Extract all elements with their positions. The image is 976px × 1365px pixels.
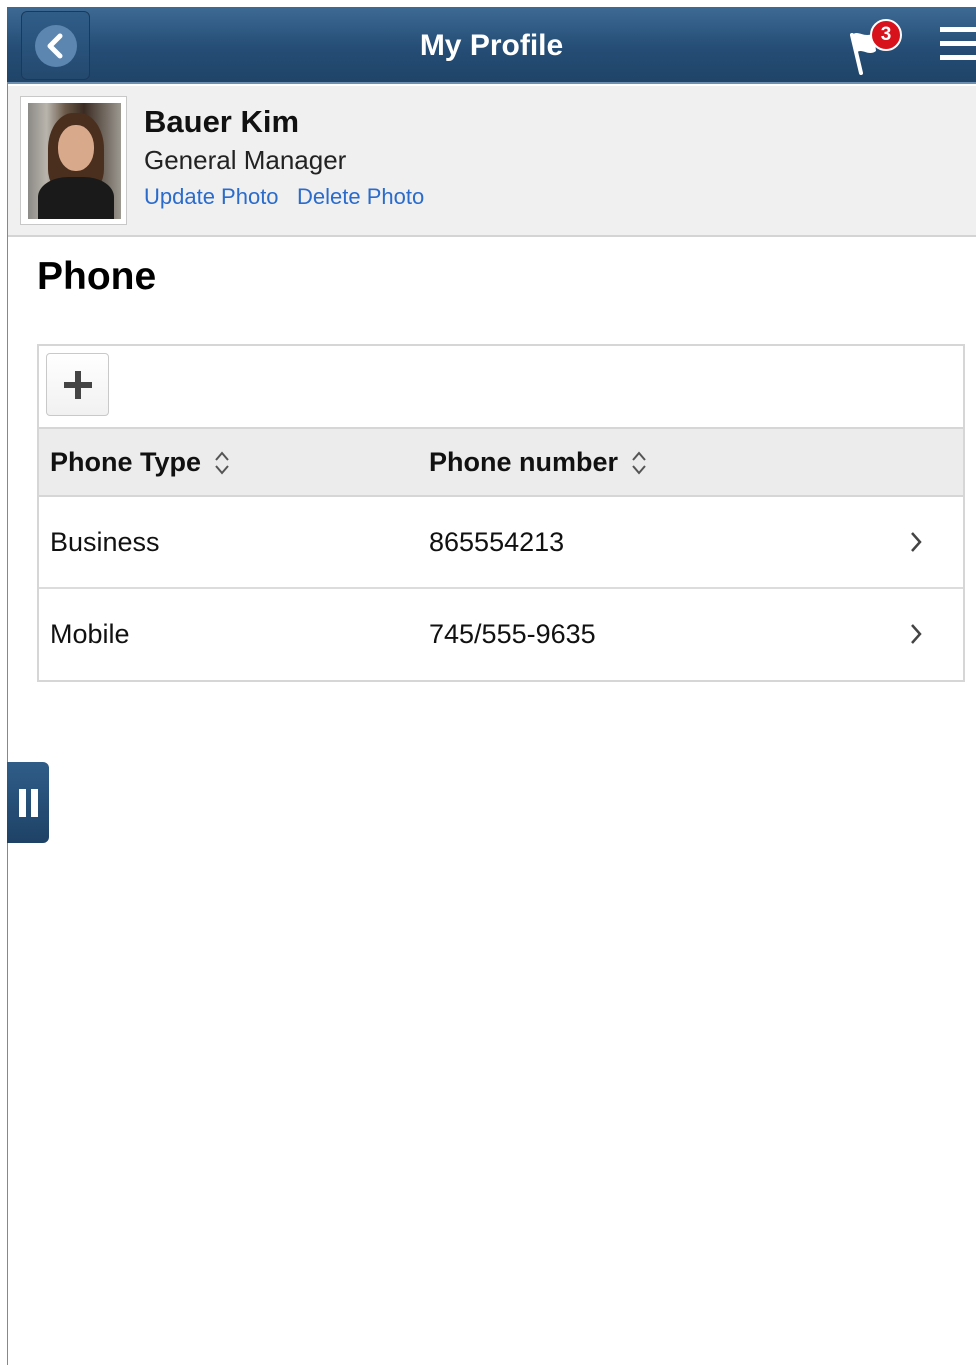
profile-banner: Bauer Kim General Manager Update Photo D… xyxy=(8,86,976,237)
sort-updown-icon xyxy=(632,450,646,475)
column-header-label: Phone Type xyxy=(50,447,202,477)
grid-header: Phone Type Phone number xyxy=(39,427,963,497)
chevron-right-icon xyxy=(911,624,922,644)
profile-photo xyxy=(28,103,121,219)
sort-updown-icon xyxy=(215,450,229,475)
plus-icon xyxy=(63,370,92,399)
column-header-label: Phone number xyxy=(429,447,619,477)
column-header-phone-type[interactable]: Phone Type xyxy=(50,447,231,478)
profile-photo-frame xyxy=(20,96,127,225)
grid-toolbar xyxy=(39,346,963,427)
notification-badge: 3 xyxy=(870,19,902,51)
pause-icon xyxy=(18,788,26,817)
phone-number-cell: 865554213 xyxy=(429,527,565,557)
phone-type-cell: Mobile xyxy=(50,619,130,649)
side-panel-toggle[interactable] xyxy=(7,762,49,843)
pause-icon xyxy=(30,788,38,817)
column-header-phone-number[interactable]: Phone number xyxy=(429,447,648,478)
table-row[interactable]: Mobile 745/555-9635 xyxy=(39,589,963,681)
update-photo-link[interactable]: Update Photo xyxy=(144,184,279,210)
chevron-right-icon xyxy=(911,532,922,552)
profile-name: Bauer Kim xyxy=(144,104,300,139)
phone-grid: Phone Type Phone number Business 8655542… xyxy=(37,344,965,682)
table-row[interactable]: Business 865554213 xyxy=(39,497,963,589)
app-frame: My Profile 3 Bauer Kim General Manager U… xyxy=(0,0,976,1365)
hamburger-menu-icon[interactable] xyxy=(940,27,976,67)
notifications-button[interactable]: 3 xyxy=(844,19,906,75)
header-bar: My Profile 3 xyxy=(7,7,976,84)
phone-type-cell: Business xyxy=(50,527,160,557)
phone-number-cell: 745/555-9635 xyxy=(429,619,596,649)
profile-job-title: General Manager xyxy=(144,145,347,175)
page-title: My Profile xyxy=(419,29,564,62)
add-phone-button[interactable] xyxy=(46,353,109,416)
delete-photo-link[interactable]: Delete Photo xyxy=(297,184,424,210)
section-title: Phone xyxy=(37,255,157,298)
left-border xyxy=(7,84,8,1365)
